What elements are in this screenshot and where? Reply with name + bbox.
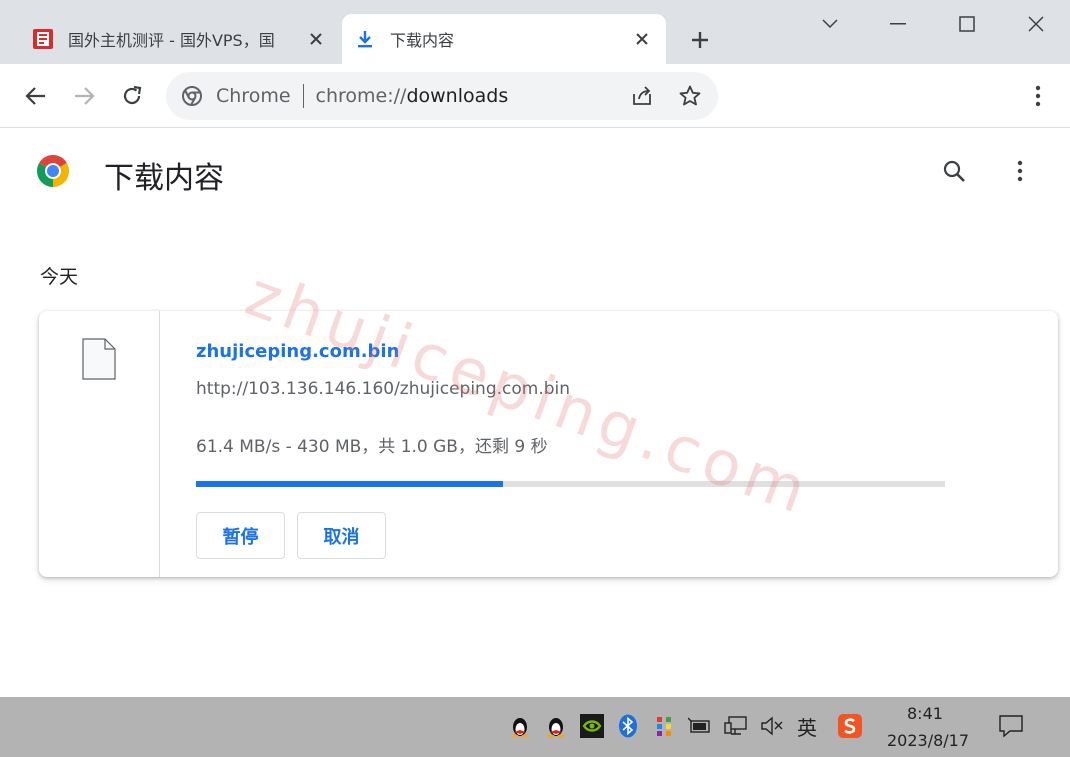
back-button[interactable]: [20, 80, 52, 112]
chrome-icon[interactable]: [180, 84, 204, 108]
file-icon-column: [39, 311, 160, 577]
divider: [302, 84, 304, 108]
address-bar[interactable]: Chrome chrome://downloads: [166, 72, 718, 120]
bluetooth-icon[interactable]: [615, 713, 641, 739]
ime-language-indicator[interactable]: 英: [793, 713, 821, 740]
bookmark-star-icon[interactable]: [678, 84, 702, 108]
tab-search-chevron-down-icon[interactable]: [810, 8, 850, 40]
share-icon[interactable]: [630, 84, 654, 108]
browser-toolbar: Chrome chrome://downloads: [0, 64, 1070, 128]
site-label: Chrome: [216, 85, 291, 107]
download-item-card: zhujiceping.com.bin http://103.136.146.1…: [39, 311, 1058, 577]
download-status: 61.4 MB/s - 430 MB，共 1.0 GB，还剩 9 秒: [196, 437, 548, 457]
clock-time[interactable]: 8:41: [907, 704, 943, 723]
section-date-heading: 今天: [40, 266, 79, 288]
battery-icon[interactable]: [687, 713, 713, 739]
tab-strip: 国外主机测评 - 国外VPS，国 下载内容: [0, 0, 1070, 64]
clock-date[interactable]: 2023/8/17: [887, 731, 969, 750]
reload-button[interactable]: [116, 80, 148, 112]
browser-menu-button[interactable]: [1022, 80, 1054, 112]
cancel-button[interactable]: 取消: [297, 512, 386, 559]
close-window-button[interactable]: [1016, 8, 1056, 40]
minimize-button[interactable]: [878, 8, 918, 40]
search-icon[interactable]: [940, 157, 968, 185]
url-scheme: chrome://: [315, 85, 407, 107]
colorful-app-icon[interactable]: [651, 713, 677, 739]
progress-fill: [196, 481, 504, 487]
tab-zhujiceping[interactable]: 国外主机测评 - 国外VPS，国: [20, 14, 340, 64]
notification-icon[interactable]: [997, 713, 1025, 739]
volume-muted-icon[interactable]: [759, 713, 785, 739]
file-icon: [81, 337, 117, 381]
qq-penguin-icon[interactable]: [543, 713, 569, 739]
new-tab-button[interactable]: [684, 24, 716, 56]
sogou-input-icon[interactable]: [837, 713, 863, 739]
pause-button[interactable]: 暂停: [196, 512, 285, 559]
maximize-button[interactable]: [947, 8, 987, 40]
site-favicon-icon: [32, 28, 54, 50]
chrome-logo-icon: [35, 153, 71, 189]
close-icon[interactable]: [630, 27, 654, 51]
close-icon[interactable]: [304, 27, 328, 51]
forward-button[interactable]: [68, 80, 100, 112]
nvidia-icon[interactable]: [579, 713, 605, 739]
page-menu-button[interactable]: [1006, 157, 1034, 185]
downloads-page: 下载内容 今天 zhujiceping.com.bin http://103.1…: [0, 129, 1070, 697]
url-path: downloads: [406, 85, 509, 107]
tab-title: 国外主机测评 - 国外VPS，国: [68, 31, 275, 50]
tab-downloads[interactable]: 下载内容: [342, 14, 666, 64]
page-title: 下载内容: [104, 161, 224, 196]
taskbar: 英 8:41 2023/8/17: [0, 697, 1070, 757]
url-text: chrome://downloads: [316, 85, 509, 107]
network-icon[interactable]: [723, 713, 749, 739]
download-progress-bar: [196, 481, 945, 487]
download-icon: [354, 28, 376, 50]
qq-penguin-icon[interactable]: [507, 713, 533, 739]
tab-title: 下载内容: [390, 31, 455, 50]
